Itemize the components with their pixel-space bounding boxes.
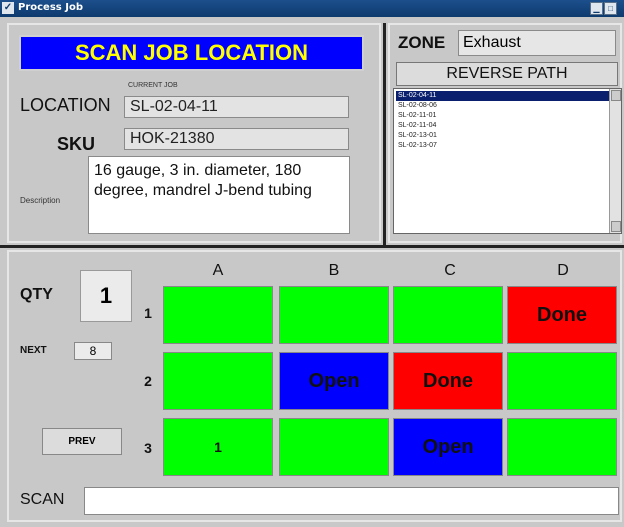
title-bar[interactable]: ✓ Process Job ▁ □ (0, 0, 624, 17)
bin-cell-label: Done (537, 304, 587, 326)
bin-cell-b3[interactable] (279, 418, 389, 476)
list-item[interactable]: SL-02-04-11 (396, 91, 610, 101)
scan-input[interactable] (84, 487, 619, 515)
bin-cell-d3[interactable] (507, 418, 617, 476)
horizontal-divider (0, 245, 624, 248)
maximize-icon[interactable]: □ (604, 2, 617, 15)
bin-cell-b1[interactable] (279, 286, 389, 344)
bin-cell-a3[interactable]: 1 (163, 418, 273, 476)
row-header-3: 3 (144, 440, 152, 456)
scan-label: SCAN (20, 491, 65, 508)
sku-label: SKU (57, 134, 96, 154)
bin-cell-c2[interactable]: Done (393, 352, 503, 410)
next-field[interactable]: 8 (74, 342, 112, 360)
bin-cell-c3[interactable]: Open (393, 418, 503, 476)
next-label: NEXT (20, 345, 47, 356)
qty-label: QTY (20, 286, 53, 303)
column-header-a: A (212, 262, 224, 279)
list-item[interactable]: SL-02-11-01 (396, 111, 610, 121)
window-title: Process Job (18, 2, 83, 13)
bin-cell-label: Open (422, 436, 474, 458)
scroll-down-icon[interactable] (611, 221, 621, 232)
reverse-path-button[interactable]: REVERSE PATH (396, 62, 618, 86)
qty-field[interactable]: 1 (80, 270, 132, 322)
list-scrollbar[interactable] (609, 89, 621, 233)
current-job-label: CURRENT JOB (128, 82, 178, 89)
row-header-1: 1 (144, 305, 152, 321)
list-item[interactable]: SL-02-11-04 (396, 121, 610, 131)
location-label: LOCATION (20, 95, 111, 115)
row-header-2: 2 (144, 373, 152, 389)
bin-cell-d2[interactable] (507, 352, 617, 410)
location-list[interactable]: SL-02-04-11 SL-02-08-06 SL-02-11-01 SL-0… (393, 88, 622, 234)
bin-cell-a1[interactable] (163, 286, 273, 344)
column-header-d: D (557, 262, 569, 279)
bin-cell-label: 1 (214, 439, 222, 455)
description-field[interactable]: 16 gauge, 3 in. diameter, 180 degree, ma… (88, 156, 350, 234)
page-title: SCAN JOB LOCATION (19, 35, 364, 71)
location-field[interactable]: SL-02-04-11 (124, 96, 349, 118)
column-header-c: C (444, 262, 456, 279)
minimize-icon[interactable]: ▁ (590, 2, 603, 15)
sku-field[interactable]: HOK-21380 (124, 128, 349, 150)
bin-cell-c1[interactable] (393, 286, 503, 344)
vertical-divider (383, 23, 386, 245)
bin-cell-b2[interactable]: Open (279, 352, 389, 410)
checkmark-icon[interactable]: ✓ (2, 2, 14, 14)
bin-cell-a2[interactable] (163, 352, 273, 410)
process-job-window: ✓ Process Job ▁ □ SCAN JOB LOCATION CURR… (0, 0, 624, 527)
bin-cell-label: Done (423, 370, 473, 392)
column-header-b: B (328, 262, 340, 279)
list-item[interactable]: SL-02-13-01 (396, 131, 610, 141)
scroll-up-icon[interactable] (611, 90, 621, 101)
bin-cell-label: Open (308, 370, 360, 392)
list-item[interactable]: SL-02-13-07 (396, 141, 610, 151)
zone-field[interactable]: Exhaust (458, 30, 616, 56)
description-label: Description (20, 196, 61, 205)
list-item[interactable]: SL-02-08-06 (396, 101, 610, 111)
prev-button[interactable]: PREV (42, 428, 122, 455)
bin-cell-d1[interactable]: Done (507, 286, 617, 344)
zone-label: ZONE (398, 33, 446, 52)
